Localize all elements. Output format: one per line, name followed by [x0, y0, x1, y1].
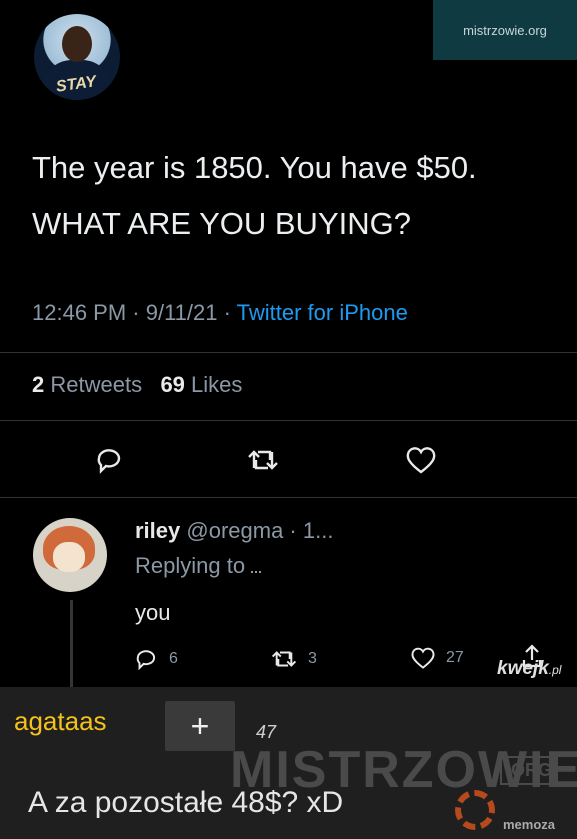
heart-icon	[406, 447, 436, 474]
thread-line	[70, 600, 73, 690]
retweet-count: 3	[308, 650, 317, 667]
site-badge[interactable]: mistrzowie.org	[433, 0, 577, 60]
divider	[0, 420, 577, 421]
vote-count: 47	[256, 722, 277, 742]
comment-username[interactable]: agataas	[14, 706, 107, 737]
watermark-org: .ORG	[500, 756, 559, 785]
reply-text: you	[135, 600, 171, 625]
tweet-text: The year is 1850. You have $50. WHAT ARE…	[32, 140, 562, 252]
reply-retweet-button[interactable]: 3	[270, 646, 317, 672]
tweet-text-line-2: WHAT ARE YOU BUYING?	[32, 206, 411, 241]
reply-author-name[interactable]: riley	[135, 518, 180, 543]
reply-reply-button[interactable]: 6	[133, 646, 178, 672]
replying-to: Replying to	[135, 553, 262, 579]
reply-icon	[97, 449, 121, 474]
reply-button[interactable]	[89, 442, 129, 478]
retweet-button[interactable]	[243, 442, 283, 478]
divider	[0, 497, 577, 498]
retweets-label[interactable]: Retweets	[50, 372, 142, 397]
kwejk-name: kwejk	[497, 658, 549, 679]
reply-icon	[136, 650, 156, 671]
tweet-meta: 12:46 PM · 9/11/21 · Twitter for iPhone	[32, 300, 408, 326]
reply-author[interactable]: riley @oregma · 1...	[135, 518, 333, 544]
avatar-head	[62, 26, 92, 62]
replying-to-label: Replying to	[135, 553, 246, 578]
comment-text: A za pozostałe 48$? xD	[28, 786, 344, 819]
tweet-source-link[interactable]: Twitter for iPhone	[237, 300, 408, 325]
likes-label[interactable]: Likes	[191, 372, 242, 397]
tweet-stats: 2 Retweets 69 Likes	[32, 372, 242, 398]
reply-avatar[interactable]	[33, 518, 107, 592]
likes-count[interactable]: 69	[160, 372, 184, 397]
retweet-icon	[248, 450, 278, 470]
tweet-time: 12:46 PM · 9/11/21 ·	[32, 300, 237, 325]
redacted-handle	[251, 571, 262, 573]
tweet-text-line-1: The year is 1850. You have $50.	[32, 150, 477, 185]
retweet-icon	[271, 651, 297, 667]
kwejk-tld: .pl	[548, 663, 562, 677]
gear-icon	[455, 790, 495, 830]
reply-author-handle[interactable]: @oregma · 1...	[186, 518, 333, 543]
kwejk-watermark: kwejk.pl	[497, 658, 561, 680]
divider	[0, 352, 577, 353]
avatar-face	[53, 542, 85, 572]
like-count: 27	[446, 649, 464, 666]
reply-count: 6	[169, 650, 178, 667]
retweets-count[interactable]: 2	[32, 372, 44, 397]
like-button[interactable]	[401, 442, 441, 478]
heart-icon	[411, 647, 435, 669]
reply-like-button[interactable]: 27	[410, 646, 464, 670]
avatar[interactable]: STAY	[34, 14, 120, 100]
upvote-button[interactable]: +	[165, 701, 235, 751]
memoza-watermark: memoza	[503, 817, 556, 832]
